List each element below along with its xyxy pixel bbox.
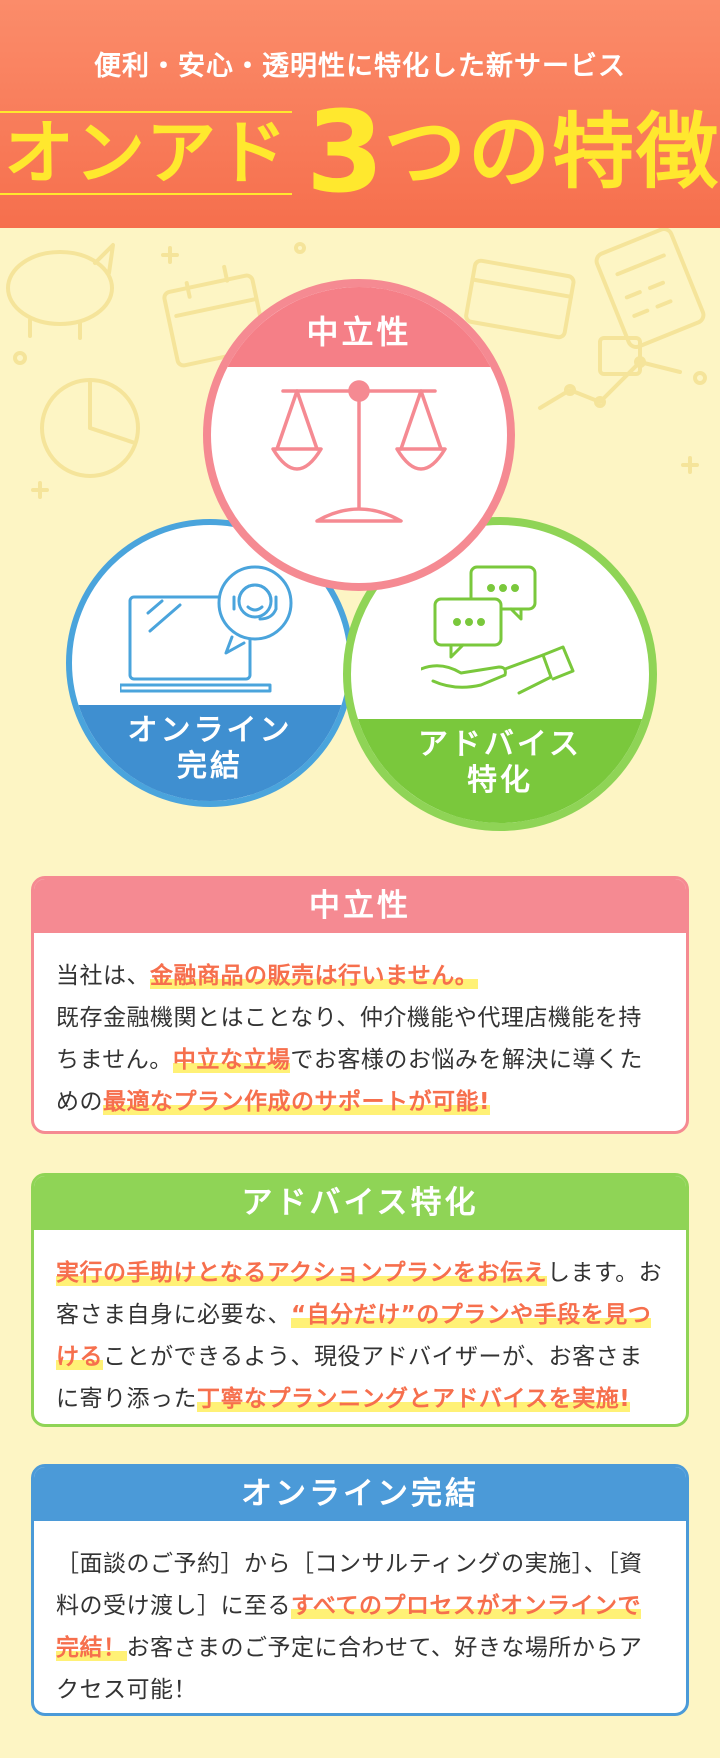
header-title-rest: つの特徴 <box>383 105 720 200</box>
advice-circle-caption: アドバイス 特化 <box>351 719 649 823</box>
chat-hand-icon <box>421 565 575 695</box>
feature-count: 3 <box>306 88 384 218</box>
laptop-operator-icon <box>120 565 293 693</box>
online-caption-line2: 完結 <box>177 749 243 784</box>
online-card-body: ［面談のご予約］から［コンサルティングの実施］、［資料の受け渡し］に至るすべての… <box>34 1521 686 1711</box>
online-card-title: オンライン完結 <box>34 1467 686 1521</box>
neutral-highlight-1: 金融商品の販売は行いません。 <box>150 963 479 989</box>
advice-highlight-3: 丁寧なプランニングとアドバイスを実施! <box>197 1386 631 1412</box>
neutral-text-1: 当社は、 <box>56 963 150 989</box>
brand-name: オンアド <box>0 111 293 195</box>
online-caption-line1: オンライン <box>127 713 293 748</box>
feature-card-advice: アドバイス特化 実行の手助けとなるアクションプランをお伝えします。お客さま自身に… <box>31 1173 689 1427</box>
advice-caption-line2: 特化 <box>467 763 533 798</box>
header-banner: 便利・安心・透明性に特化した新サービス オンアド 3つの特徴 <box>0 0 720 228</box>
neutral-card-title: 中立性 <box>34 879 686 933</box>
neutral-card-body: 当社は、金融商品の販売は行いません。 既存金融機関とはことなり、仲介機能や代理店機… <box>34 933 686 1123</box>
advice-caption-line1: アドバイス <box>417 727 583 762</box>
advice-card-title: アドバイス特化 <box>34 1176 686 1230</box>
online-text-2: お客さまのご予定に合わせて、好きな場所からアクセス可能！ <box>56 1635 643 1703</box>
feature-card-online: オンライン完結 ［面談のご予約］から［コンサルティングの実施］、［資料の受け渡し… <box>31 1464 689 1716</box>
online-circle-caption: オンライン 完結 <box>72 705 348 801</box>
balance-scale-icon <box>271 380 447 523</box>
header-subtitle: 便利・安心・透明性に特化した新サービス <box>94 51 626 82</box>
advice-highlight-1: 実行の手助けとなるアクションプランをお伝え <box>56 1260 547 1286</box>
neutral-highlight-3: 最適なプラン作成のサポートが可能! <box>103 1089 490 1115</box>
feature-card-neutral: 中立性 当社は、金融商品の販売は行いません。 既存金融機関とはことなり、仲介機能や… <box>31 876 689 1134</box>
advice-card-body: 実行の手助けとなるアクションプランをお伝えします。お客さま自身に必要な、“自分だ… <box>34 1230 686 1420</box>
feature-circle-neutral: 中立性 <box>203 279 515 591</box>
neutral-highlight-2: 中立な立場 <box>172 1047 291 1073</box>
header-title: オンアド 3つの特徴 <box>0 88 720 218</box>
neutral-circle-caption: 中立性 <box>211 287 507 367</box>
